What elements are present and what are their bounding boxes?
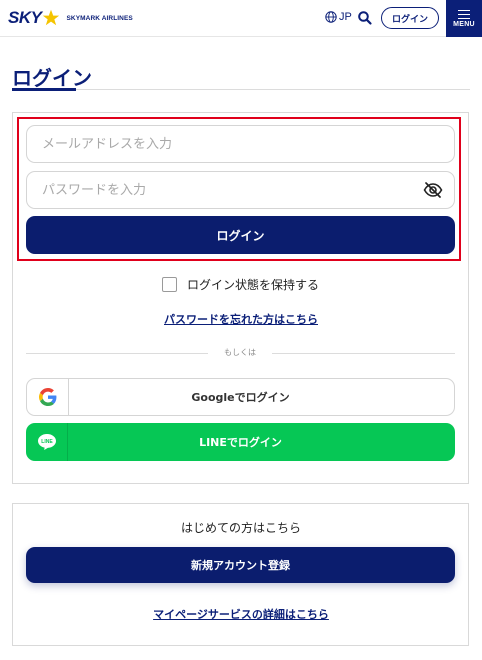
- logo-subtitle: SKYMARK AIRLINES: [66, 14, 133, 22]
- skymark-logo[interactable]: SKY SKYMARK AIRLINES: [8, 8, 133, 28]
- google-icon-wrap: [27, 379, 69, 415]
- google-login-button[interactable]: Googleでログイン: [26, 378, 455, 416]
- eye-off-icon[interactable]: [423, 182, 443, 198]
- google-icon: [38, 388, 56, 406]
- page-title: ログイン: [12, 66, 92, 90]
- header-login-button[interactable]: ログイン: [381, 7, 439, 29]
- hamburger-icon: [458, 9, 470, 19]
- password-input[interactable]: [26, 171, 455, 209]
- star-icon: [43, 9, 60, 25]
- logo-wordmark: SKY: [8, 8, 42, 27]
- globe-icon: [325, 11, 337, 23]
- remember-login[interactable]: ログイン状態を保持する: [162, 276, 319, 293]
- remember-label: ログイン状態を保持する: [187, 278, 320, 292]
- new-user-heading: はじめての方はこちら: [180, 521, 301, 535]
- title-accent-bar: [12, 88, 76, 91]
- title-divider: [12, 89, 470, 90]
- register-button[interactable]: 新規アカウント登録: [26, 547, 455, 583]
- site-header: SKY SKYMARK AIRLINES JP ログイン MENU: [0, 0, 482, 37]
- line-icon-wrap: LINE: [26, 423, 68, 461]
- remember-checkbox[interactable]: [162, 277, 177, 292]
- email-input[interactable]: [26, 125, 455, 163]
- line-icon-text: LINE: [41, 439, 53, 445]
- line-login-label: LINEでログイン: [199, 436, 282, 449]
- menu-button[interactable]: MENU: [446, 0, 482, 37]
- mypage-info-link[interactable]: マイページサービスの詳細はこちら: [0, 606, 482, 622]
- divider-text: もしくは: [224, 348, 256, 357]
- forgot-password-link[interactable]: パスワードを忘れた方はこちら: [0, 311, 482, 327]
- divider-line-left: [26, 353, 208, 354]
- search-icon[interactable]: [357, 10, 373, 26]
- language-selector[interactable]: JP: [325, 11, 352, 23]
- google-login-label: Googleでログイン: [191, 391, 290, 404]
- line-login-button[interactable]: LINE LINEでログイン: [26, 423, 455, 461]
- line-icon: LINE: [37, 434, 56, 450]
- login-button[interactable]: ログイン: [26, 216, 455, 254]
- divider-line-right: [272, 353, 455, 354]
- language-label: JP: [339, 11, 352, 23]
- menu-label: MENU: [453, 20, 475, 28]
